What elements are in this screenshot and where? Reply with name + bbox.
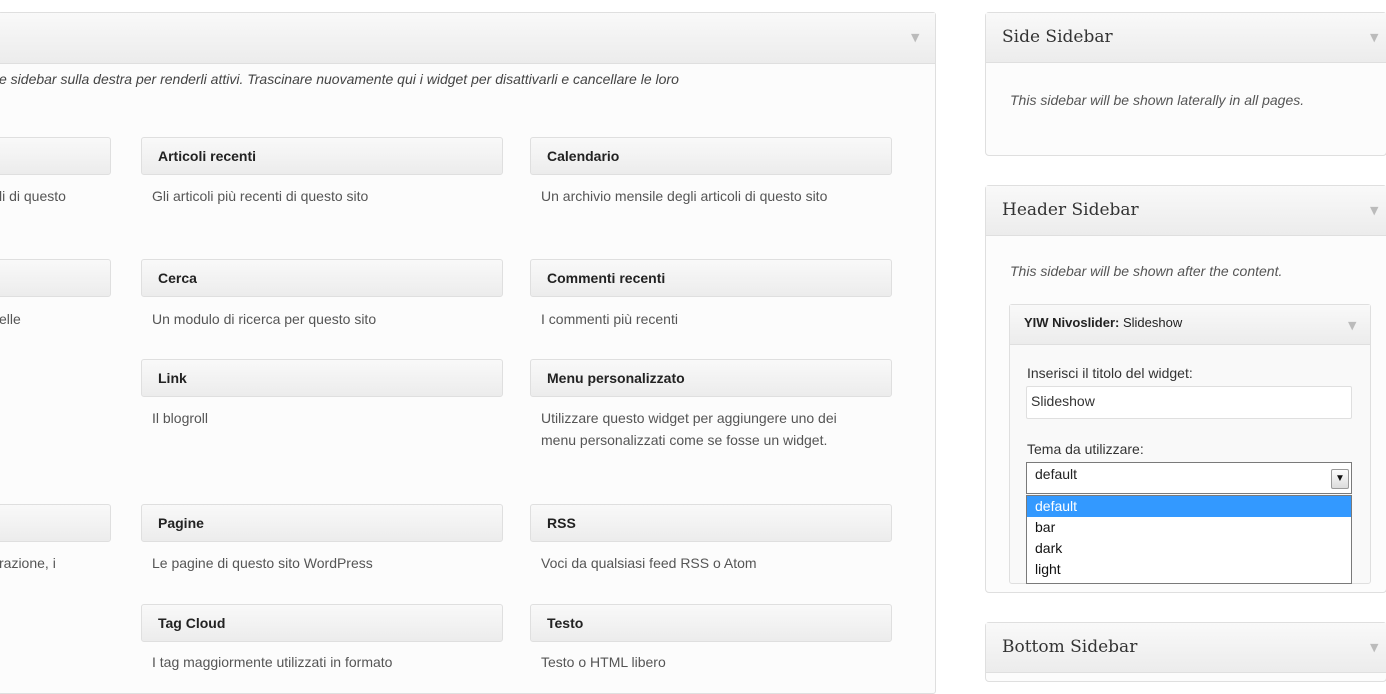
triangle-down-icon[interactable]: ▼ bbox=[1370, 31, 1378, 44]
widget-description: Il blogroll bbox=[152, 410, 209, 426]
header-sidebar-title: Header Sidebar bbox=[1002, 200, 1139, 220]
widget-rss[interactable]: RSS bbox=[530, 504, 892, 542]
widget-desc-partial: elle bbox=[0, 311, 21, 327]
side-sidebar-title: Side Sidebar bbox=[1002, 27, 1113, 47]
widget-title-label: Inserisci il titolo del widget: bbox=[1027, 365, 1193, 381]
triangle-down-icon[interactable]: ▼ bbox=[1370, 204, 1378, 217]
widget-description: Utilizzare questo widget per aggiungere … bbox=[541, 410, 837, 448]
theme-option-default[interactable]: default bbox=[1027, 496, 1351, 517]
available-widgets-header[interactable]: ▼ bbox=[0, 13, 935, 64]
widget-title-partial[interactable] bbox=[0, 259, 111, 297]
available-widgets-panel: ▼ e sidebar sulla destra per renderli at… bbox=[0, 12, 936, 694]
widget-title-partial[interactable] bbox=[0, 137, 111, 175]
widget-description: Gli articoli più recenti di questo sito bbox=[152, 188, 369, 204]
available-widgets-description: e sidebar sulla destra per renderli atti… bbox=[0, 71, 679, 87]
triangle-down-icon[interactable]: ▼ bbox=[911, 31, 919, 44]
widget-tag-cloud[interactable]: Tag Cloud bbox=[141, 604, 503, 642]
widget-description: Un modulo di ricerca per questo sito bbox=[152, 311, 377, 327]
widget-description: I tag maggiormente utilizzati in formato bbox=[152, 654, 393, 670]
widget-desc-partial: li di questo bbox=[0, 188, 66, 204]
theme-option-dark[interactable]: dark bbox=[1027, 538, 1351, 559]
bottom-sidebar-header[interactable]: Bottom Sidebar ▼ bbox=[986, 623, 1386, 673]
side-sidebar-header[interactable]: Side Sidebar ▼ bbox=[986, 13, 1386, 63]
chevron-down-icon[interactable]: ▼ bbox=[1331, 469, 1349, 489]
theme-dropdown-list: default bar dark light bbox=[1026, 495, 1352, 584]
nivoslider-widget-header[interactable]: YIW Nivoslider: Slideshow ▼ bbox=[1010, 305, 1370, 345]
theme-select-value: default bbox=[1035, 466, 1078, 482]
side-sidebar: Side Sidebar ▼ This sidebar will be show… bbox=[985, 12, 1386, 156]
widget-link[interactable]: Link bbox=[141, 359, 503, 397]
triangle-down-icon[interactable]: ▼ bbox=[1348, 319, 1356, 332]
nivoslider-widget-title: Slideshow bbox=[1119, 315, 1183, 330]
bottom-sidebar-title: Bottom Sidebar bbox=[1002, 637, 1138, 657]
theme-option-bar[interactable]: bar bbox=[1027, 517, 1351, 538]
theme-option-light[interactable]: light bbox=[1027, 559, 1351, 580]
widget-desc-partial: razione, i bbox=[0, 555, 56, 571]
widget-cerca[interactable]: Cerca bbox=[141, 259, 503, 297]
widget-description: Testo o HTML libero bbox=[541, 654, 666, 670]
widget-testo[interactable]: Testo bbox=[530, 604, 892, 642]
widget-pagine[interactable]: Pagine bbox=[141, 504, 503, 542]
theme-select[interactable]: default ▼ bbox=[1026, 462, 1352, 494]
theme-label: Tema da utilizzare: bbox=[1027, 441, 1144, 457]
nivoslider-widget-name: YIW Nivoslider: bbox=[1024, 315, 1120, 330]
header-sidebar-header[interactable]: Header Sidebar ▼ bbox=[986, 186, 1386, 236]
triangle-down-icon[interactable]: ▼ bbox=[1370, 641, 1378, 654]
side-sidebar-description: This sidebar will be shown laterally in … bbox=[1010, 92, 1305, 108]
widget-description: Le pagine di questo sito WordPress bbox=[152, 555, 373, 571]
widget-title-input[interactable]: Slideshow bbox=[1026, 386, 1352, 419]
widget-menu-personalizzato[interactable]: Menu personalizzato bbox=[530, 359, 892, 397]
header-sidebar-description: This sidebar will be shown after the con… bbox=[1010, 263, 1283, 279]
widget-description: Un archivio mensile degli articoli di qu… bbox=[541, 188, 828, 204]
widget-description: I commenti più recenti bbox=[541, 311, 678, 327]
widget-description: Voci da qualsiasi feed RSS o Atom bbox=[541, 555, 757, 571]
widget-commenti-recenti[interactable]: Commenti recenti bbox=[530, 259, 892, 297]
bottom-sidebar: Bottom Sidebar ▼ bbox=[985, 622, 1386, 682]
widget-calendario[interactable]: Calendario bbox=[530, 137, 892, 175]
widget-title-partial[interactable] bbox=[0, 504, 111, 542]
widget-articoli-recenti[interactable]: Articoli recenti bbox=[141, 137, 503, 175]
